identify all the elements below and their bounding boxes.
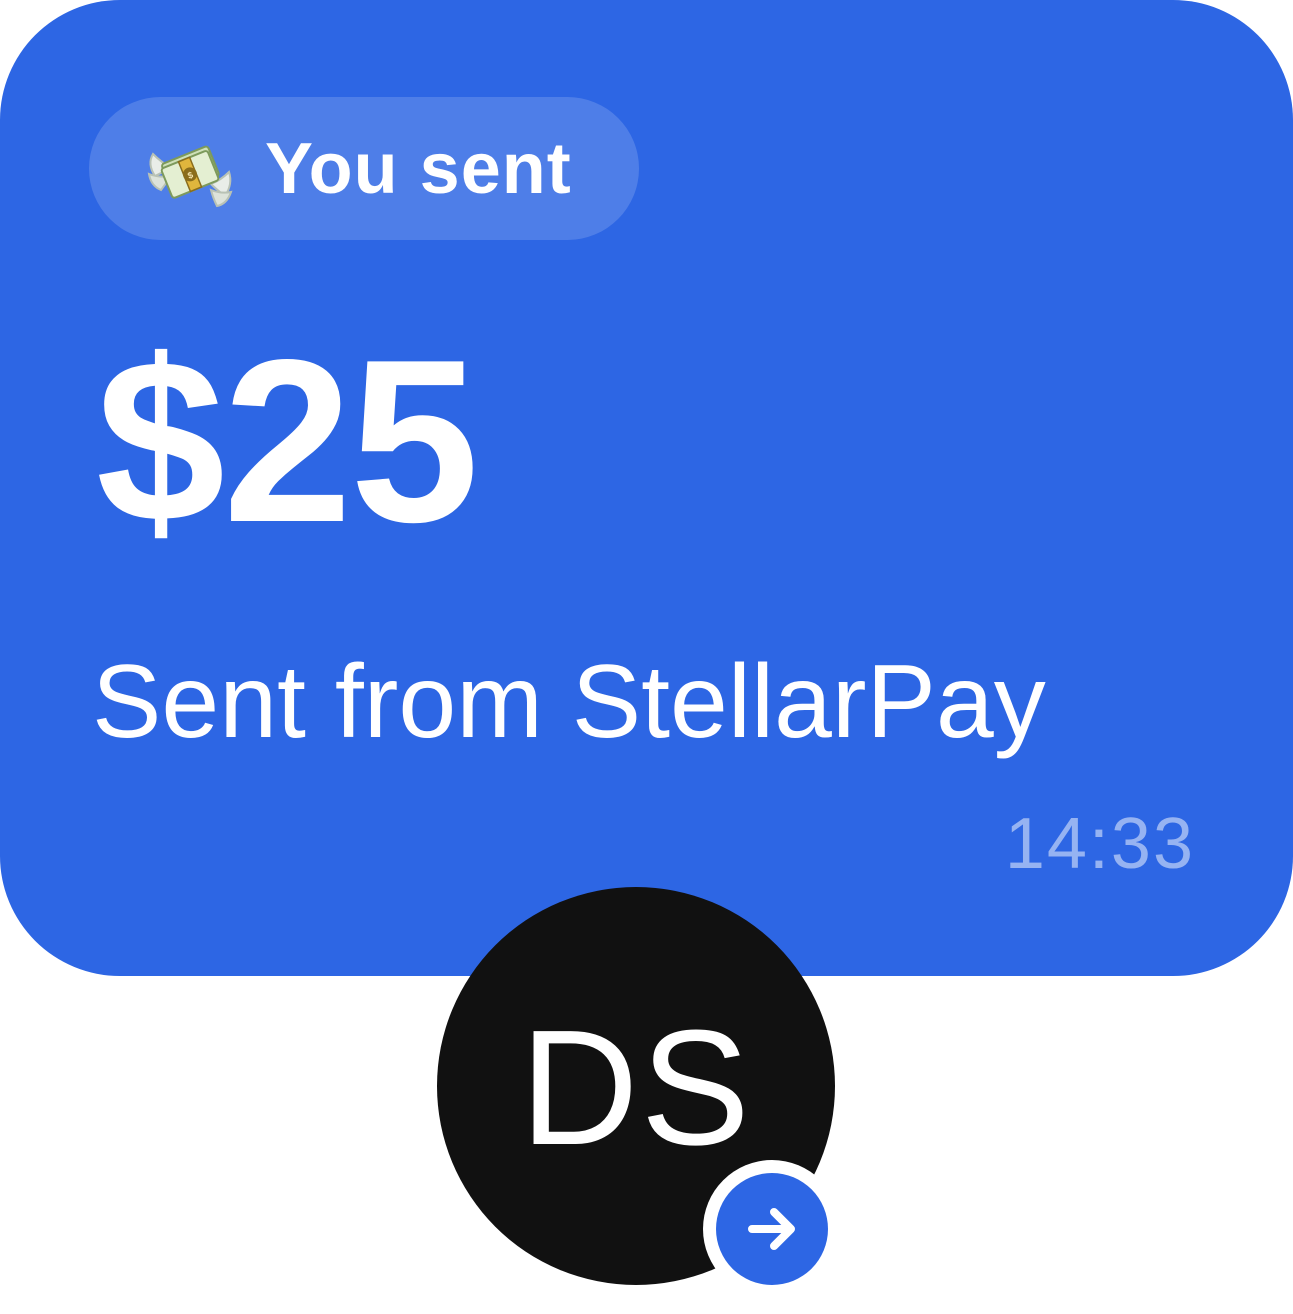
sent-tag: $ You sent xyxy=(89,97,639,240)
payment-message-bubble[interactable]: $ You sent $25 Sent from StellarPay 14:3… xyxy=(0,0,1293,976)
payment-amount: $25 xyxy=(96,312,479,571)
money-with-wings-icon: $ xyxy=(145,124,235,214)
avatar-initials: DS xyxy=(520,996,752,1179)
arrow-right-icon xyxy=(716,1173,828,1285)
message-timestamp: 14:33 xyxy=(1004,804,1195,884)
payment-note: Sent from StellarPay xyxy=(92,644,1046,760)
sent-label: You sent xyxy=(265,128,572,209)
outgoing-badge xyxy=(703,1160,841,1298)
